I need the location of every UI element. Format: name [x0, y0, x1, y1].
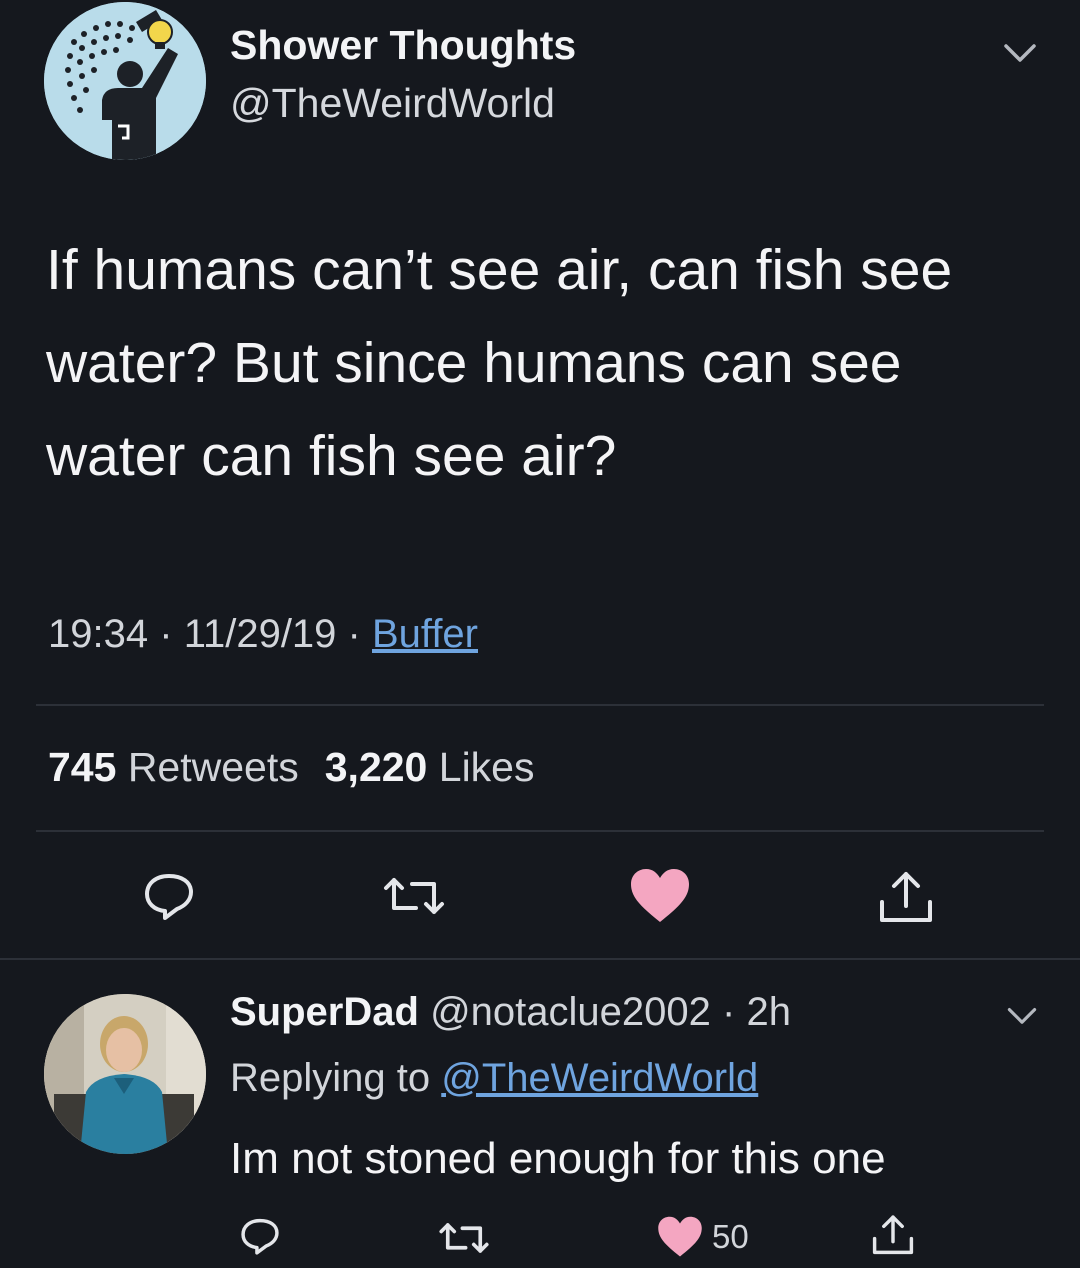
reply-header: SuperDad @notaclue2002 · 2h — [230, 990, 791, 1035]
heart-icon — [631, 869, 689, 922]
likes-stat[interactable]: 3,220 Likes — [325, 744, 535, 790]
display-name[interactable]: Shower Thoughts — [230, 22, 576, 69]
retweets-stat[interactable]: 745 Retweets — [48, 744, 299, 790]
reply-icon — [145, 874, 193, 920]
tweet-text: If humans can’t see air, can fish see wa… — [46, 238, 953, 488]
chevron-down-icon — [1004, 44, 1036, 62]
likes-label: Likes — [438, 744, 535, 790]
retweet-icon — [439, 1223, 489, 1253]
divider — [36, 704, 1044, 706]
reply-like-button[interactable] — [656, 1214, 704, 1265]
reply-reply-button[interactable] — [238, 1216, 282, 1261]
tweet-meta: 19:34 · 11/29/19 · Buffer — [48, 612, 478, 657]
reply-like-count: 50 — [712, 1218, 749, 1255]
meta-separator: · — [722, 990, 736, 1034]
replying-to: Replying to @TheWeirdWorld — [230, 1056, 758, 1101]
like-button[interactable] — [628, 866, 692, 931]
tweet-stats: 745 Retweets 3,220 Likes — [48, 744, 534, 791]
reply-button[interactable] — [141, 870, 197, 927]
divider — [0, 958, 1080, 960]
meta-separator: · — [159, 612, 173, 656]
heart-icon — [658, 1216, 702, 1257]
tweet-date: 11/29/19 — [183, 612, 337, 656]
meta-separator: · — [347, 612, 361, 656]
divider — [36, 830, 1044, 832]
chevron-down-icon — [1007, 1008, 1037, 1024]
retweet-icon — [384, 878, 444, 914]
reply-text: Im not stoned enough for this one — [230, 1134, 886, 1183]
tweet-menu-button[interactable] — [1000, 38, 1040, 71]
replying-prefix: Replying to — [230, 1056, 431, 1100]
person-avatar-icon — [44, 994, 206, 1154]
reply-avatar[interactable] — [44, 994, 206, 1154]
retweets-label: Retweets — [127, 744, 299, 790]
user-handle[interactable]: @TheWeirdWorld — [230, 80, 555, 127]
reply-share-button[interactable] — [870, 1210, 916, 1263]
share-icon — [880, 872, 932, 922]
reply-menu-button[interactable] — [1004, 1002, 1040, 1033]
reply-display-name[interactable]: SuperDad — [230, 990, 419, 1034]
share-button[interactable] — [876, 866, 936, 931]
replying-to-mention[interactable]: @TheWeirdWorld — [441, 1056, 758, 1100]
likes-count: 3,220 — [324, 744, 428, 790]
retweet-button[interactable] — [382, 874, 446, 923]
avatar[interactable] — [44, 2, 206, 160]
shower-person-icon — [44, 2, 206, 160]
tweet-time: 19:34 — [48, 612, 149, 656]
share-icon — [872, 1215, 914, 1255]
reply-retweet-button[interactable] — [438, 1220, 490, 1261]
tweet-source-link[interactable]: Buffer — [372, 612, 478, 656]
reply-handle[interactable]: @notaclue2002 — [430, 990, 711, 1034]
retweets-count: 745 — [48, 744, 117, 790]
reply-age: 2h — [746, 990, 791, 1034]
reply-icon — [241, 1218, 279, 1255]
